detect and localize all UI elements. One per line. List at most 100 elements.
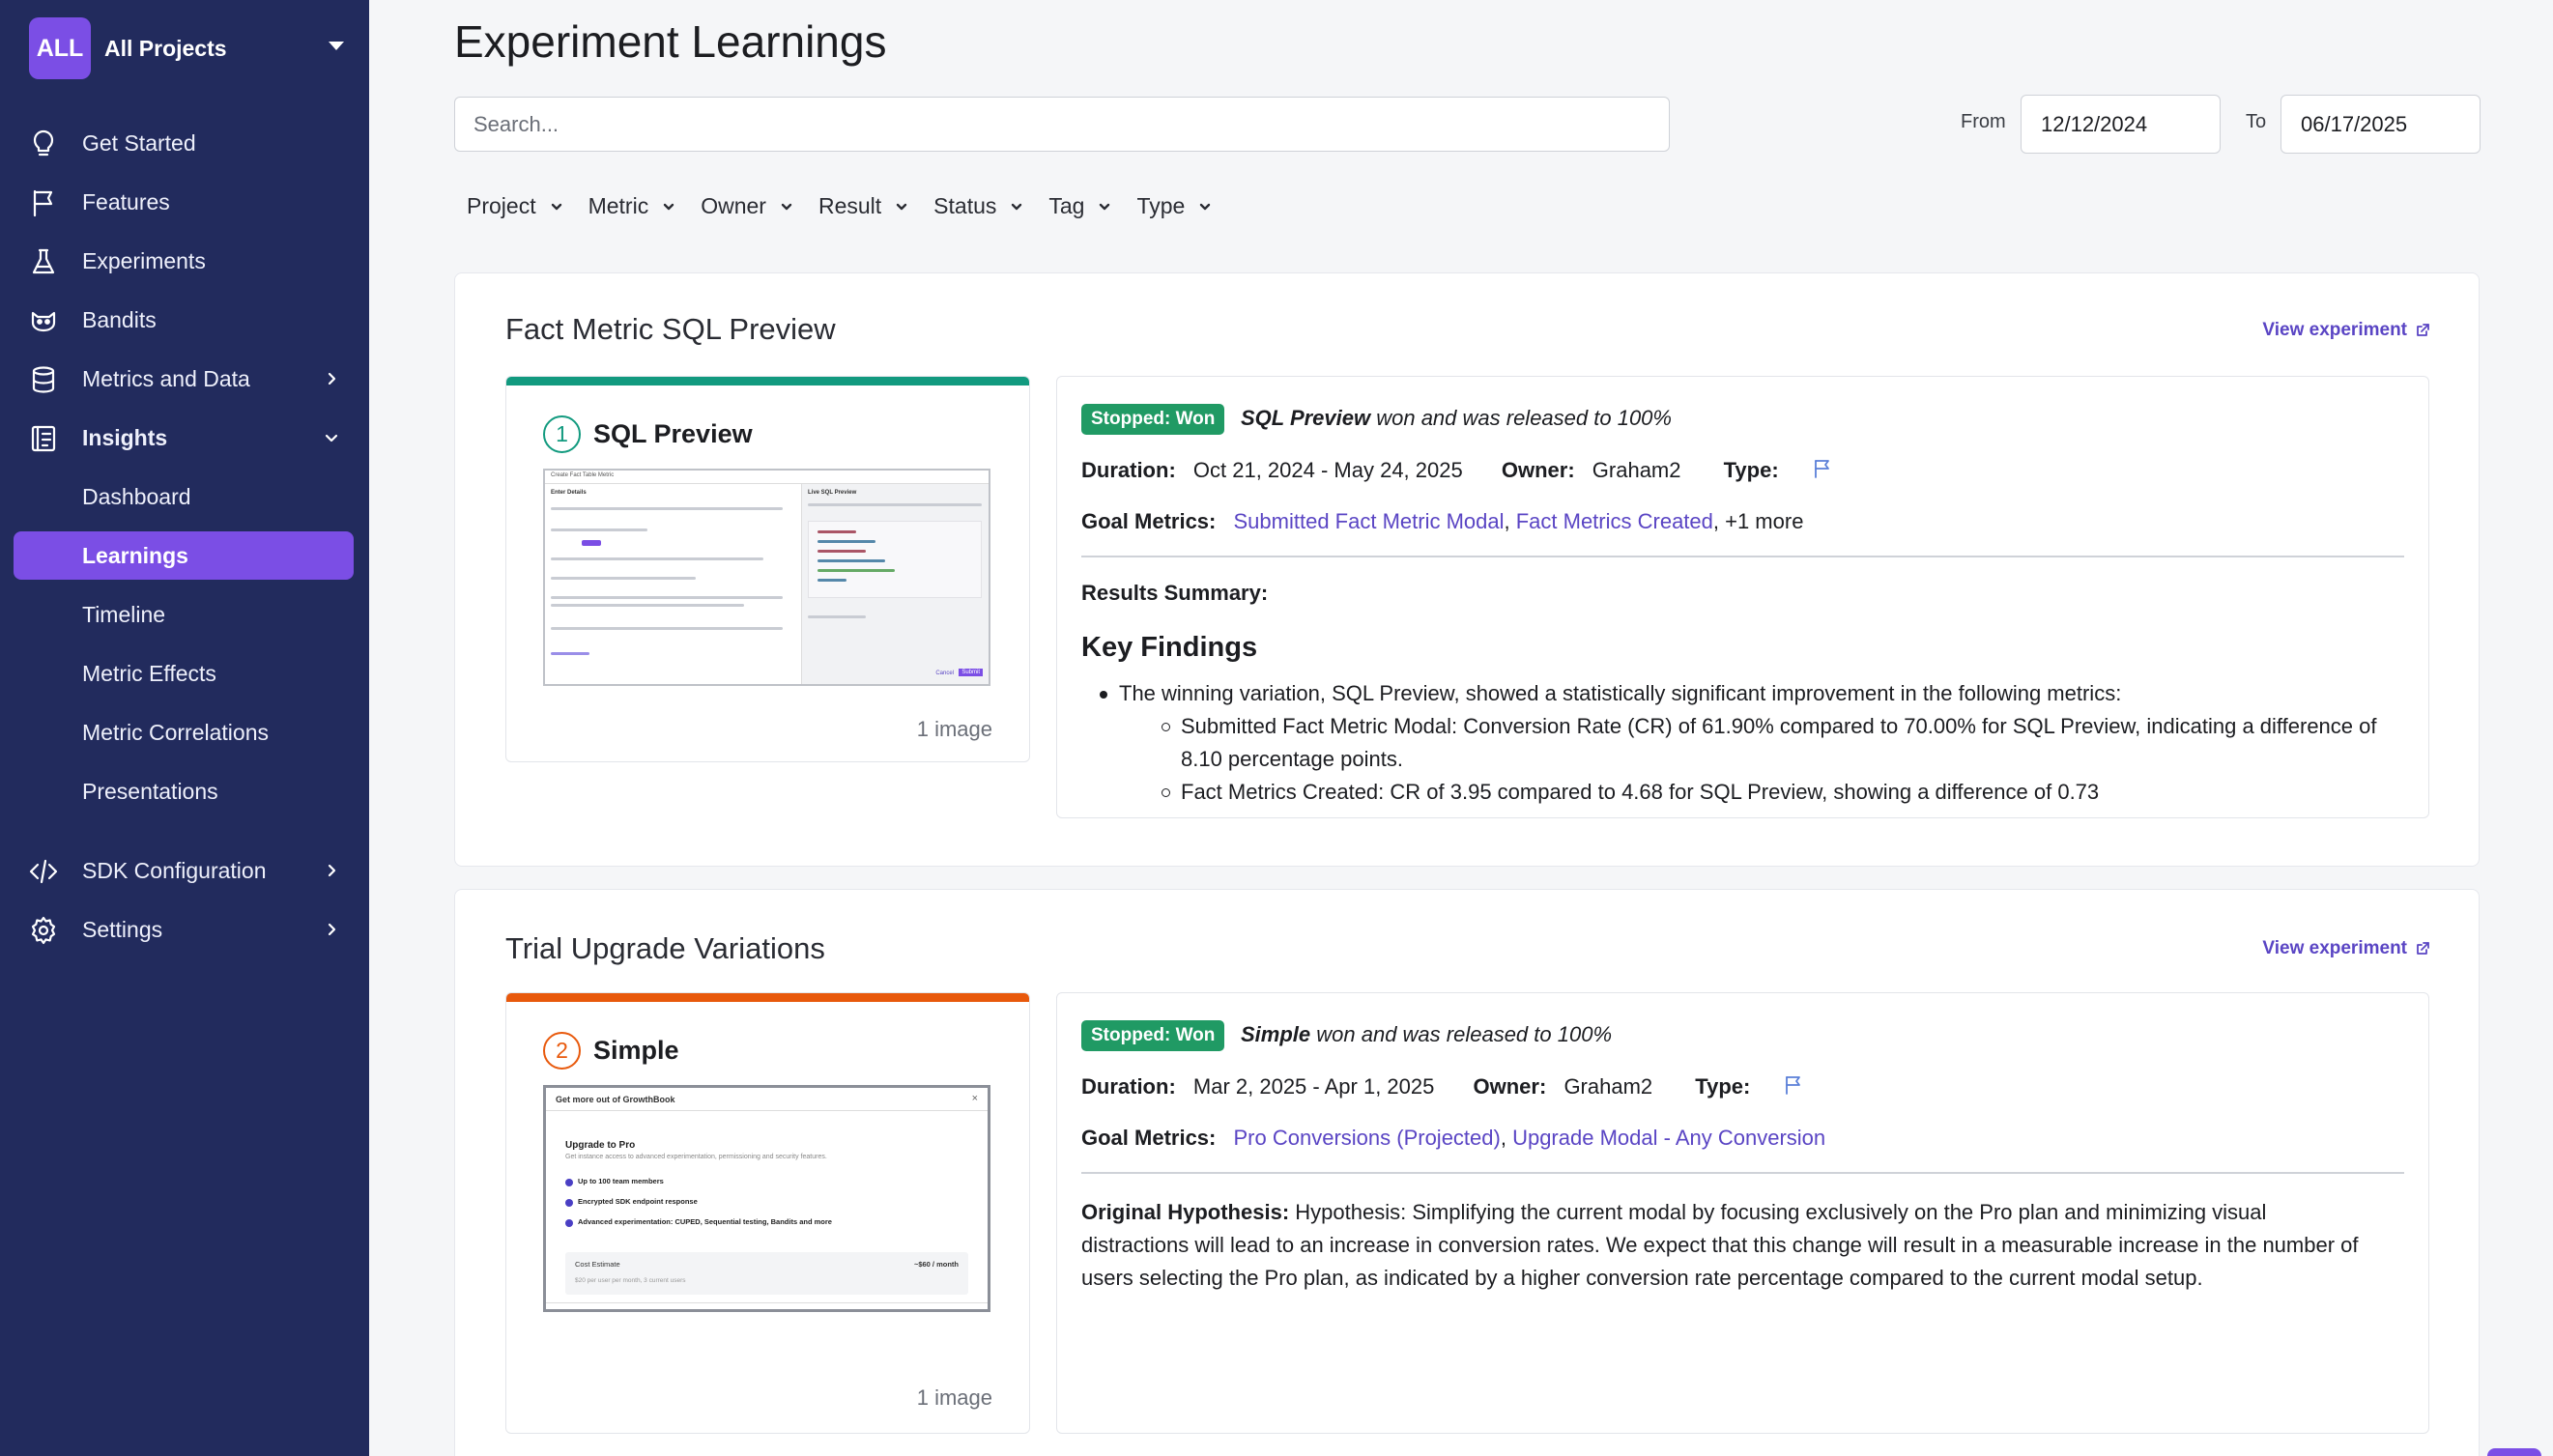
experiment-card: Trial Upgrade Variations View experiment… bbox=[454, 889, 2480, 1456]
findings-list: The winning variation, SQL Preview, show… bbox=[1100, 677, 2390, 809]
mini-close-icon: × bbox=[971, 1093, 978, 1104]
chevron-down-icon bbox=[781, 203, 792, 210]
variant-header: 1 SQL Preview bbox=[543, 415, 753, 453]
bullet-ring bbox=[1162, 723, 1170, 731]
search-input[interactable] bbox=[454, 97, 1670, 152]
filter-label: Tag bbox=[1048, 193, 1085, 218]
sidebar-item-metric-effects[interactable]: Metric Effects bbox=[14, 649, 354, 698]
variant-panel[interactable]: 2 Simple Get more out of GrowthBook × Up… bbox=[505, 992, 1030, 1434]
mini-window-title: Create Fact Table Metric bbox=[551, 472, 615, 478]
filter-label: Status bbox=[933, 193, 997, 218]
code-icon bbox=[29, 859, 58, 884]
experiment-title: Fact Metric SQL Preview bbox=[505, 312, 836, 346]
divider bbox=[1081, 556, 2404, 557]
mini-sub: Get instance access to advanced experime… bbox=[565, 1154, 827, 1160]
mini-feature: Up to 100 team members bbox=[578, 1177, 664, 1185]
mini-feature: Encrypted SDK endpoint response bbox=[578, 1197, 698, 1206]
sidebar-item-label: Features bbox=[82, 189, 170, 214]
mini-check-icon bbox=[565, 1199, 573, 1207]
filter-project[interactable]: Project bbox=[467, 193, 563, 219]
chevron-down-icon bbox=[551, 203, 561, 210]
goal-metric-link[interactable]: Pro Conversions (Projected) bbox=[1234, 1126, 1501, 1150]
chevron-down-icon bbox=[1100, 203, 1110, 210]
goal-metric-link[interactable]: Submitted Fact Metric Modal bbox=[1234, 509, 1505, 533]
sidebar-item-label: Dashboard bbox=[82, 484, 191, 509]
bullet-ring bbox=[1162, 788, 1170, 797]
filter-owner[interactable]: Owner bbox=[701, 193, 793, 219]
chevron-down-icon bbox=[325, 434, 338, 443]
view-experiment-label: View experiment bbox=[2262, 320, 2407, 340]
insights-icon bbox=[31, 425, 56, 452]
goal-more[interactable]: , +1 more bbox=[1713, 509, 1804, 533]
filter-type[interactable]: Type bbox=[1136, 193, 1212, 219]
goal-metrics-label: Goal Metrics: bbox=[1081, 1126, 1217, 1150]
goal-metrics-label: Goal Metrics: bbox=[1081, 509, 1217, 533]
project-name: All Projects bbox=[104, 35, 227, 61]
filter-status[interactable]: Status bbox=[933, 193, 1023, 219]
sidebar-item-label: Timeline bbox=[82, 602, 166, 627]
view-experiment-link[interactable]: View experiment bbox=[2262, 320, 2430, 341]
type-label: Type: bbox=[1723, 458, 1779, 482]
sidebar: ALL All Projects Get Started Features Ex… bbox=[0, 0, 369, 1456]
sidebar-item-presentations[interactable]: Presentations bbox=[14, 767, 354, 815]
duration-label: Duration: bbox=[1081, 1074, 1176, 1099]
filter-result[interactable]: Result bbox=[818, 193, 908, 219]
variant-color-bar bbox=[506, 993, 1029, 1002]
finding-subtext: Fact Metrics Created: CR of 3.95 compare… bbox=[1181, 780, 2100, 804]
variant-number: 1 bbox=[543, 415, 581, 453]
sidebar-item-experiments[interactable]: Experiments bbox=[14, 237, 354, 285]
sidebar-item-get-started[interactable]: Get Started bbox=[14, 119, 354, 167]
sidebar-item-settings[interactable]: Settings bbox=[14, 905, 354, 954]
image-count: 1 image bbox=[916, 717, 992, 741]
sidebar-item-label: Experiments bbox=[82, 248, 206, 273]
sidebar-item-label: Settings bbox=[82, 917, 163, 942]
list-item: The winning variation, SQL Preview, show… bbox=[1100, 677, 2390, 710]
sidebar-item-timeline[interactable]: Timeline bbox=[14, 590, 354, 639]
list-item: Fact Metrics Created: CR of 3.95 compare… bbox=[1119, 776, 2390, 809]
view-experiment-link[interactable]: View experiment bbox=[2262, 938, 2430, 959]
view-experiment-label: View experiment bbox=[2262, 938, 2407, 958]
from-date-input[interactable] bbox=[2021, 95, 2221, 154]
to-date-input[interactable] bbox=[2280, 95, 2481, 154]
sidebar-item-metrics-and-data[interactable]: Metrics and Data bbox=[14, 355, 354, 403]
duration-value: Oct 21, 2024 - May 24, 2025 bbox=[1192, 458, 1463, 482]
sidebar-item-label: Get Started bbox=[82, 130, 196, 156]
variant-color-bar bbox=[506, 377, 1029, 385]
experiment-card: Fact Metric SQL Preview View experiment … bbox=[454, 272, 2480, 867]
goal-metric-link[interactable]: Upgrade Modal - Any Conversion bbox=[1512, 1126, 1825, 1150]
sidebar-item-label: Bandits bbox=[82, 307, 157, 332]
from-label: From bbox=[1961, 111, 2006, 132]
variant-header: 2 Simple bbox=[543, 1032, 679, 1070]
sidebar-item-dashboard[interactable]: Dashboard bbox=[14, 472, 354, 521]
goal-metric-link[interactable]: Fact Metrics Created bbox=[1516, 509, 1713, 533]
sidebar-item-learnings[interactable]: Learnings bbox=[14, 531, 354, 580]
sidebar-item-features[interactable]: Features bbox=[14, 178, 354, 226]
duration-value: Mar 2, 2025 - Apr 1, 2025 bbox=[1192, 1074, 1435, 1099]
filter-label: Project bbox=[467, 193, 536, 218]
help-button[interactable] bbox=[2487, 1448, 2541, 1456]
flag-icon bbox=[1814, 460, 1829, 478]
mini-check-icon bbox=[565, 1179, 573, 1186]
owner-value: Graham2 bbox=[1592, 458, 1681, 482]
sidebar-item-metric-correlations[interactable]: Metric Correlations bbox=[14, 708, 354, 757]
results-summary-label: Results Summary: bbox=[1081, 581, 1269, 605]
variant-panel[interactable]: 1 SQL Preview Create Fact Table Metric E… bbox=[505, 376, 1030, 762]
sidebar-item-label: Learnings bbox=[82, 543, 188, 568]
mini-cost-note: $20 per user per month, 3 current users bbox=[575, 1277, 686, 1284]
goal-metrics: Goal Metrics: Submitted Fact Metric Moda… bbox=[1081, 509, 1804, 533]
sidebar-item-insights[interactable]: Insights bbox=[14, 414, 354, 462]
filter-metric[interactable]: Metric bbox=[588, 193, 676, 219]
project-selector[interactable]: ALL All Projects bbox=[29, 17, 348, 79]
mini-window-title: Get more out of GrowthBook bbox=[556, 1095, 675, 1104]
filter-tag[interactable]: Tag bbox=[1048, 193, 1111, 219]
variant-screenshot[interactable]: Create Fact Table Metric Enter Details L… bbox=[543, 469, 990, 686]
sidebar-item-sdk-configuration[interactable]: SDK Configuration bbox=[14, 846, 354, 895]
sidebar-item-label: Metric Correlations bbox=[82, 720, 269, 745]
sidebar-item-bandits[interactable]: Bandits bbox=[14, 296, 354, 344]
database-icon bbox=[32, 366, 55, 393]
mini-cost-value: ~$60 / month bbox=[913, 1260, 959, 1269]
mini-submit: Submit bbox=[959, 669, 983, 676]
winner-name: SQL Preview bbox=[1241, 406, 1371, 430]
status-badge: Stopped: Won bbox=[1081, 404, 1225, 435]
variant-screenshot[interactable]: Get more out of GrowthBook × Upgrade to … bbox=[543, 1085, 990, 1312]
